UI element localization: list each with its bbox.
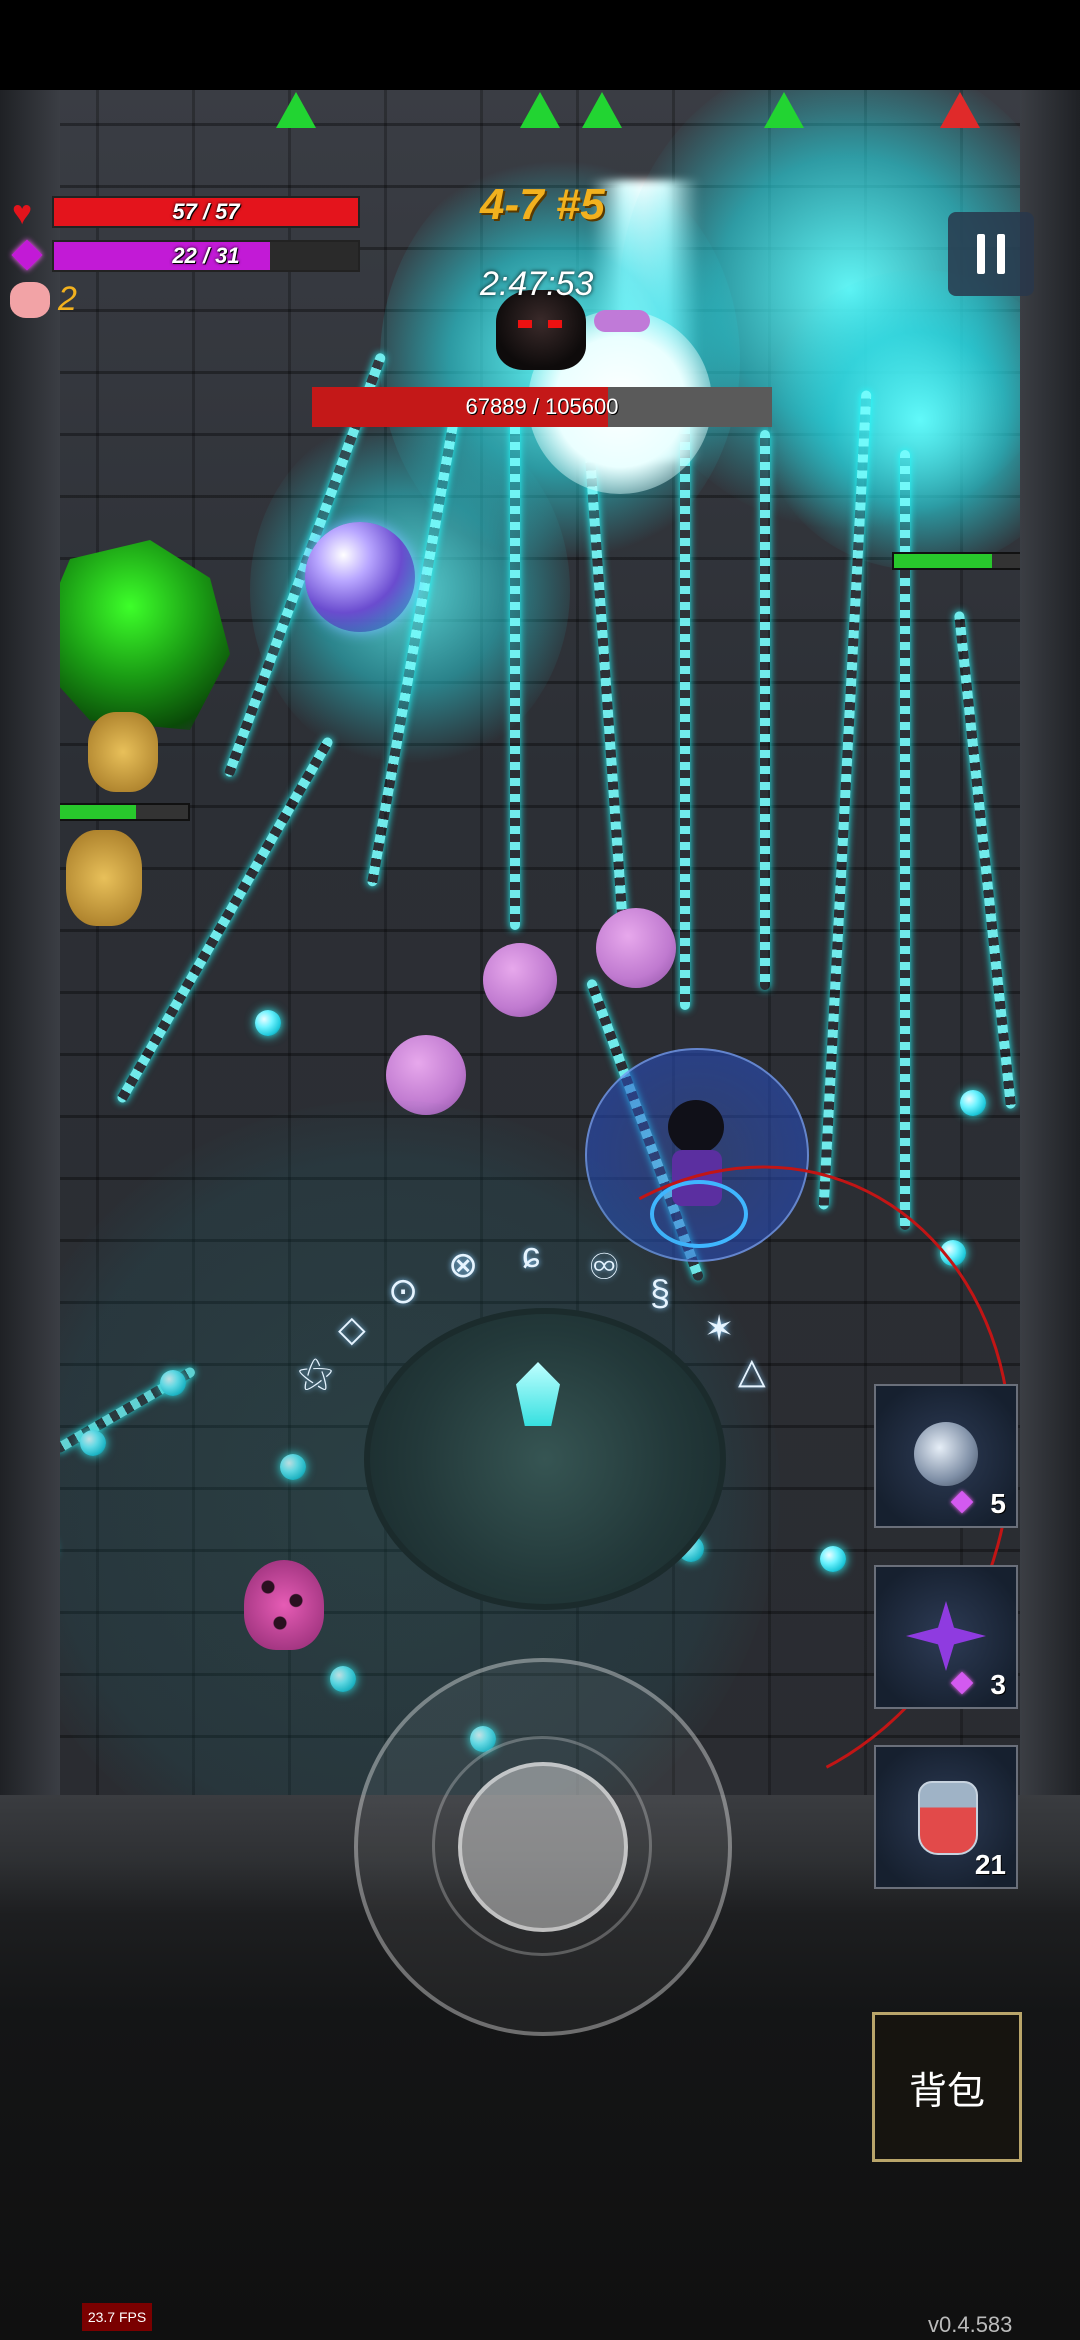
rainbow-bubble (305, 522, 415, 632)
cyan-orb (255, 1010, 281, 1036)
spotted-octopus-enemy (244, 1560, 324, 1650)
bubble-stream (510, 410, 520, 930)
rune-symbol: ⊗ (448, 1244, 479, 1285)
heart-icon: ♥ (12, 194, 33, 232)
stage-label: 4-7 #5 (480, 180, 605, 229)
bubble-stream (953, 610, 1017, 1110)
bag-label: 背包 (908, 2070, 985, 2113)
bag-button[interactable]: 背包 (872, 2012, 1022, 2162)
right-wall (1020, 90, 1080, 1800)
player-head (668, 1100, 724, 1154)
pig-icon (10, 282, 50, 318)
pause-icon (977, 234, 985, 274)
offscreen-enemy-indicator (582, 92, 622, 128)
offscreen-enemy-indicator (764, 92, 804, 128)
armor-orb-icon (914, 1422, 978, 1486)
mana-text: 22 / 31 (172, 243, 240, 268)
hp-text: 57 / 57 (172, 199, 240, 224)
pig-count: 2 (58, 280, 77, 318)
offscreen-enemy-indicator (520, 92, 560, 128)
bubble-stream (680, 410, 690, 1010)
health-potion-icon (918, 1781, 978, 1855)
boss-hp-bar: 67889 / 105600 (312, 387, 772, 427)
purple-slime-enemy (596, 908, 676, 988)
hp-bar: 57 / 57 (52, 196, 360, 228)
purple-worm (594, 310, 650, 332)
green-golem-enemy (30, 540, 230, 730)
rune-symbol: ⊙ (388, 1270, 419, 1311)
yellow-imp-enemy (66, 830, 142, 926)
bubble-stream (115, 735, 335, 1105)
skill-cost: 3 (990, 1669, 1006, 1700)
cyan-orb (960, 1090, 986, 1116)
offscreen-boss-indicator (940, 92, 980, 128)
boss-hp-text: 67889 / 105600 (465, 394, 619, 419)
joystick-knob[interactable] (458, 1762, 628, 1932)
version-label: v0.4.583 (928, 2312, 1013, 2337)
yellow-imp-enemy (88, 712, 158, 792)
gem-icon (950, 1671, 974, 1695)
run-timer: 2:47:53 (480, 265, 594, 303)
gem-icon (950, 1490, 974, 1514)
rune-symbol: ◇ (338, 1308, 366, 1349)
pause-icon (997, 234, 1005, 274)
boss-eye (518, 320, 532, 328)
fps-counter: 23.7 FPS (82, 2303, 152, 2331)
rune-symbol: ⚝ (298, 1352, 333, 1393)
enemy-hp-bar (892, 552, 1026, 570)
rune-symbol: ɕ (522, 1234, 540, 1275)
bubble-stream (760, 430, 770, 990)
skill-slot-purple-shuriken[interactable]: 3 (874, 1565, 1018, 1709)
left-wall (0, 90, 60, 1800)
offscreen-enemy-indicator (276, 92, 316, 128)
mana-bar: 22 / 31 (52, 240, 360, 272)
purple-shuriken-icon (906, 1601, 986, 1671)
enemy-hp-bar (56, 803, 190, 821)
purple-slime-enemy (483, 943, 557, 1017)
skill-slot-health-potion[interactable]: 21 (874, 1745, 1018, 1889)
skill-cost: 5 (990, 1488, 1006, 1519)
boss-eye (548, 320, 562, 328)
game-viewport: ⊗ ɕ ♾ § ⊙ ◇ ⚝ △ ✶ (0, 90, 1080, 1800)
skill-slot-armor-orb[interactable]: 5 (874, 1384, 1018, 1528)
potion-count: 21 (974, 1849, 1006, 1880)
pause-button[interactable] (948, 212, 1034, 296)
